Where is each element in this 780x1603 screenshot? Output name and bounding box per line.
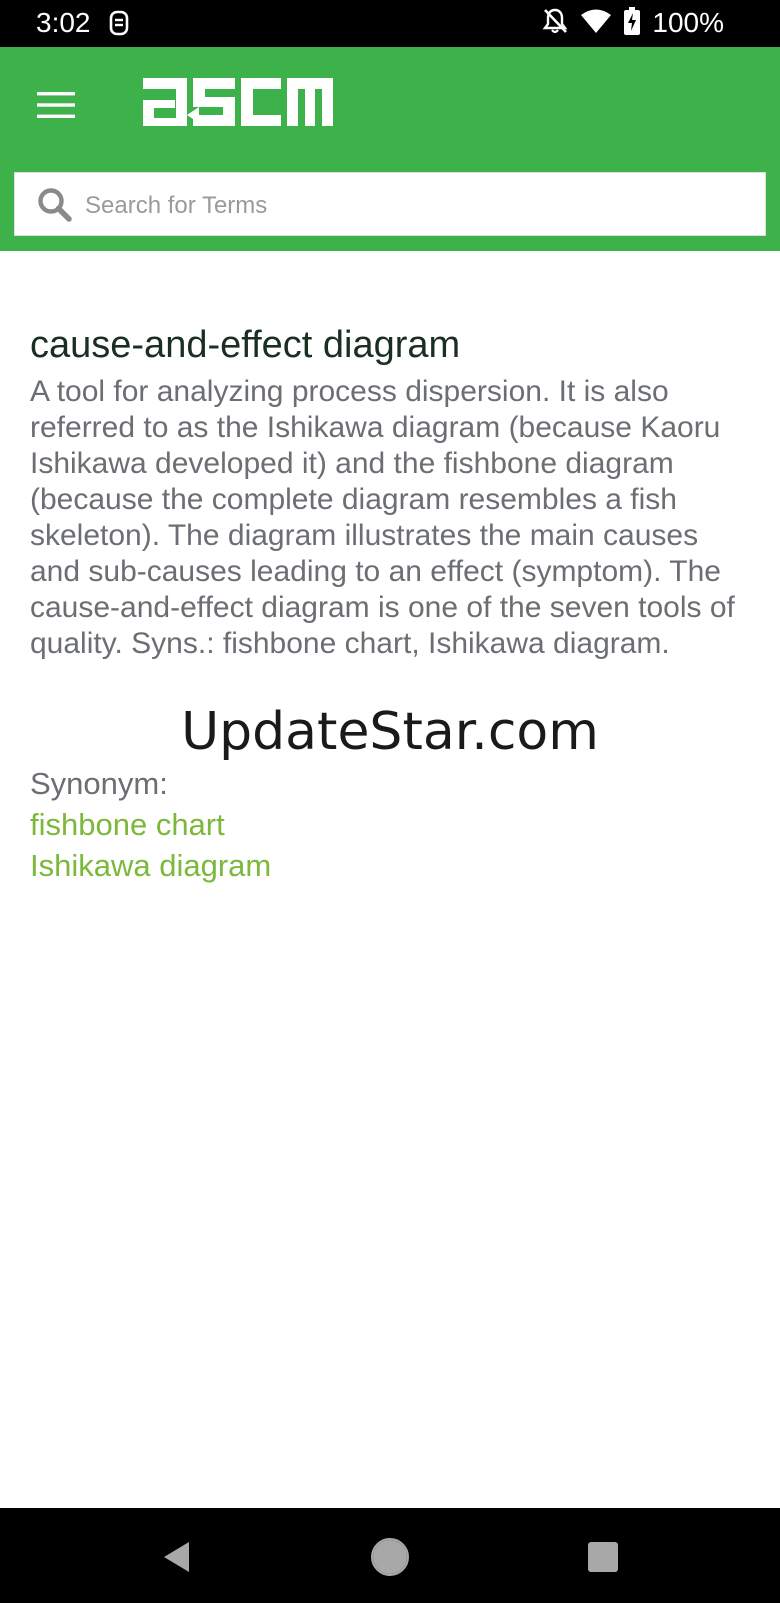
term-definition: A tool for analyzing process dispersion.… [30,375,735,660]
synonym-link-ishikawa-diagram[interactable]: Ishikawa diagram [30,845,750,886]
synonym-link-fishbone-chart[interactable]: fishbone chart [30,804,750,845]
term-title: cause-and-effect diagram [30,324,461,366]
ascm-logo[interactable] [143,78,333,126]
bell-off-icon [542,7,568,40]
fitbit-icon [108,10,130,36]
status-bar: 3:02 100% [0,0,780,47]
term-content: cause-and-effect diagram A tool for anal… [30,320,750,886]
wifi-icon [580,8,612,39]
status-right-icons: 100% [542,6,724,40]
app-header [0,47,780,251]
status-time: 3:02 [36,7,91,38]
synonym-label: Synonym: [30,766,168,801]
home-icon[interactable] [368,1535,412,1579]
search-box [14,172,766,236]
search-input[interactable] [83,183,747,229]
navigation-bar [0,1508,780,1603]
back-icon[interactable] [155,1535,199,1579]
hamburger-menu-icon[interactable] [28,77,84,133]
updatestar-watermark: UpdateStar.com [181,702,599,762]
search-icon[interactable] [37,187,73,223]
battery-percentage: 100% [652,7,724,38]
recents-icon[interactable] [581,1535,625,1579]
battery-charging-icon [624,6,641,40]
